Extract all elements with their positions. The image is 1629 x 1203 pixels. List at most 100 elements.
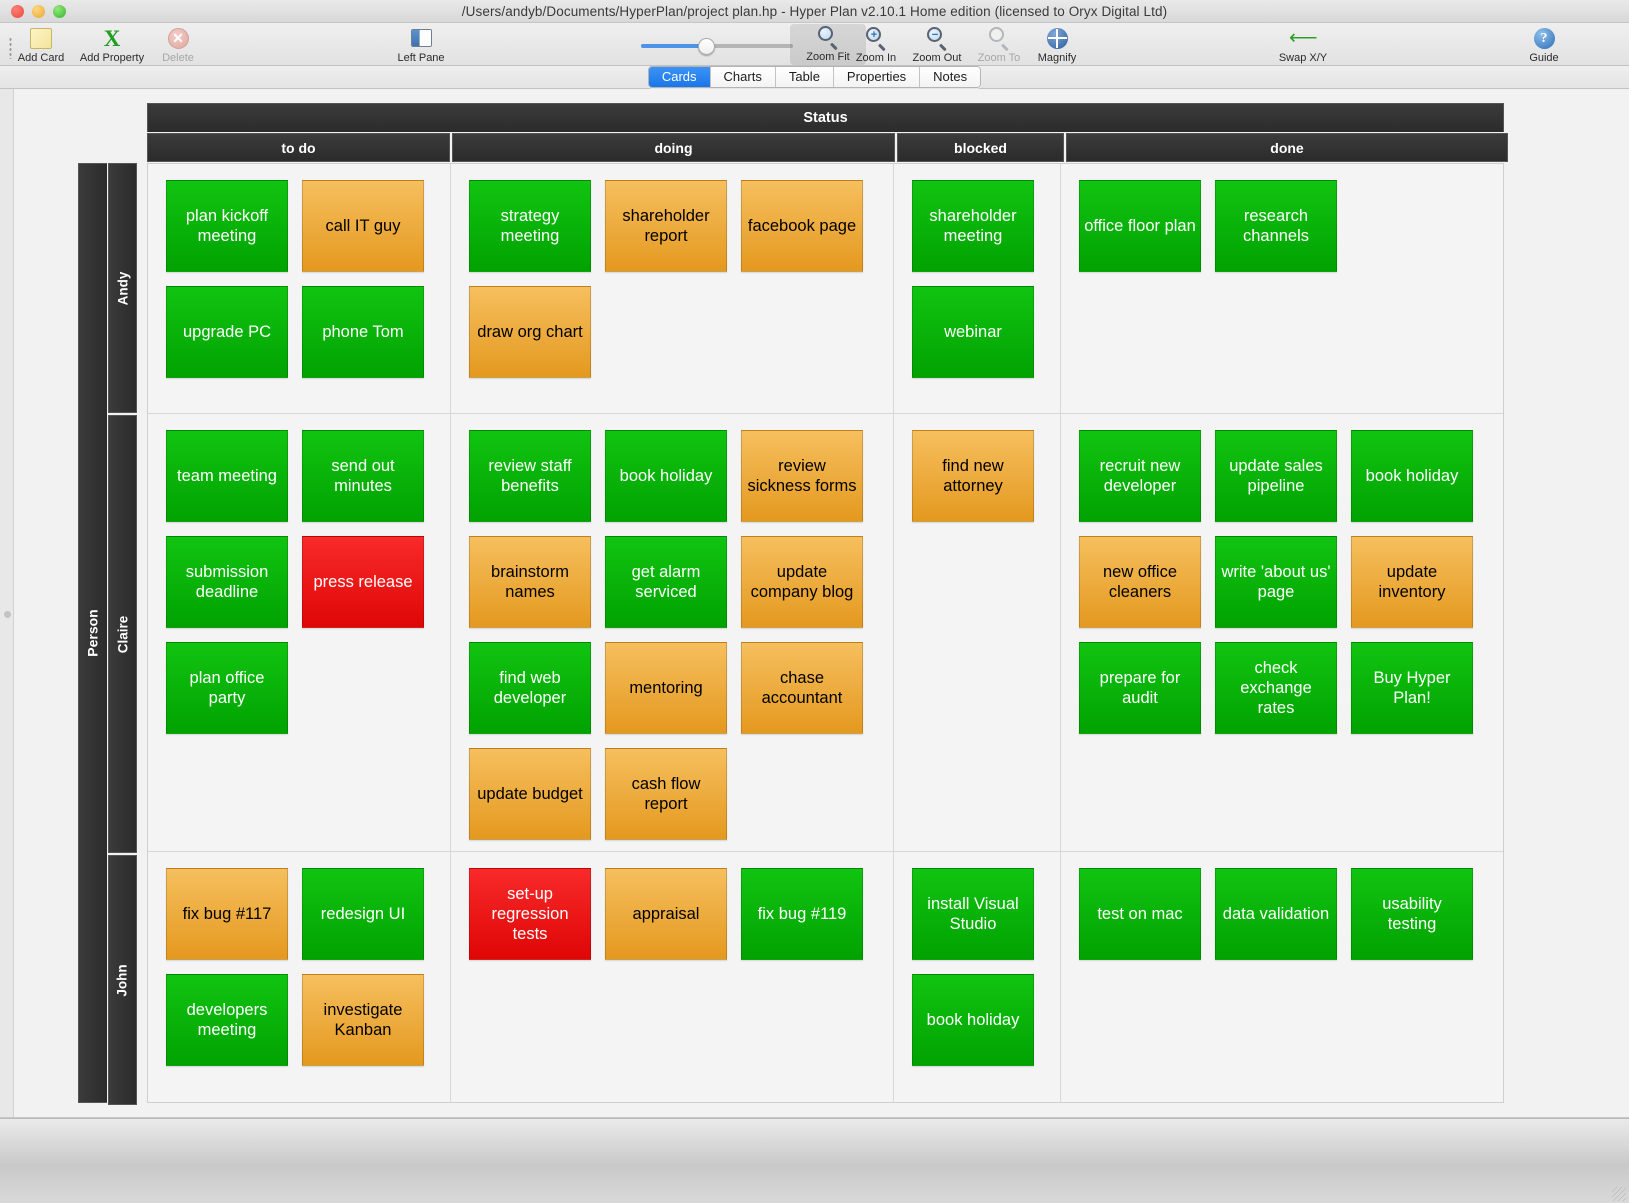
- card[interactable]: investigate Kanban: [302, 974, 424, 1066]
- card[interactable]: install Visual Studio: [912, 868, 1034, 960]
- card[interactable]: draw org chart: [469, 286, 591, 378]
- card[interactable]: facebook page: [741, 180, 863, 272]
- grid-cell[interactable]: shareholder meeting webinar: [894, 164, 1061, 413]
- guide-button[interactable]: ? Guide: [1506, 25, 1582, 64]
- y-axis-title-label: Person: [85, 609, 101, 657]
- column-header-to-do[interactable]: to do: [147, 133, 450, 162]
- card[interactable]: update budget: [469, 748, 591, 840]
- card[interactable]: new office cleaners: [1079, 536, 1201, 628]
- row-header-label: Claire: [115, 615, 130, 653]
- grid-cell[interactable]: test on mac data validation usability test…: [1061, 852, 1503, 1102]
- card[interactable]: book holiday: [912, 974, 1034, 1066]
- card[interactable]: cash flow report: [605, 748, 727, 840]
- window-title: /Users/andyb/Documents/HyperPlan/project…: [461, 3, 1168, 19]
- card[interactable]: find web developer: [469, 642, 591, 734]
- card[interactable]: press release: [302, 536, 424, 628]
- zoom-slider[interactable]: [641, 38, 793, 55]
- board-canvas: Status to do doing blocked done Person Andy…: [0, 89, 1629, 1118]
- grid-cell[interactable]: office floor plan research channels: [1061, 164, 1503, 413]
- card[interactable]: webinar: [912, 286, 1034, 378]
- card[interactable]: review staff benefits: [469, 430, 591, 522]
- guide-label: Guide: [1529, 52, 1559, 64]
- card[interactable]: send out minutes: [302, 430, 424, 522]
- pane-divider-handle[interactable]: [4, 611, 11, 618]
- card[interactable]: check exchange rates: [1215, 642, 1337, 734]
- card[interactable]: call IT guy: [302, 180, 424, 272]
- window-titlebar: /Users/andyb/Documents/HyperPlan/project…: [0, 0, 1629, 23]
- card[interactable]: book holiday: [1351, 430, 1473, 522]
- column-header-blocked[interactable]: blocked: [897, 133, 1064, 162]
- grid-cell[interactable]: plan kickoff meeting call IT guy upgrade P…: [148, 164, 451, 413]
- card[interactable]: update inventory: [1351, 536, 1473, 628]
- row-header-claire[interactable]: Claire: [108, 415, 137, 853]
- grid-cell[interactable]: team meeting send out minutes submission d…: [148, 414, 451, 851]
- row-header-john[interactable]: John: [108, 855, 137, 1105]
- card[interactable]: upgrade PC: [166, 286, 288, 378]
- card[interactable]: Buy Hyper Plan!: [1351, 642, 1473, 734]
- card[interactable]: set-up regression tests: [469, 868, 591, 960]
- card[interactable]: research channels: [1215, 180, 1337, 272]
- grid-cell[interactable]: fix bug #117 redesign UI developers meetin…: [148, 852, 451, 1102]
- zoom-slider-knob[interactable]: [698, 38, 715, 55]
- grid-cell[interactable]: install Visual Studio book holiday: [894, 852, 1061, 1102]
- add-card-button[interactable]: Add Card: [3, 25, 79, 64]
- kanban-board: Status to do doing blocked done Person Andy…: [14, 103, 1508, 1105]
- resize-grip-icon[interactable]: [1612, 1187, 1626, 1201]
- card[interactable]: review sickness forms: [741, 430, 863, 522]
- grid-cell[interactable]: strategy meeting shareholder report facebo…: [451, 164, 894, 413]
- tab-cards[interactable]: Cards: [648, 67, 711, 87]
- left-pane-icon: [410, 25, 432, 51]
- tab-properties[interactable]: Properties: [833, 67, 921, 87]
- card[interactable]: plan kickoff meeting: [166, 180, 288, 272]
- card[interactable]: usability testing: [1351, 868, 1473, 960]
- card[interactable]: chase accountant: [741, 642, 863, 734]
- card[interactable]: update company blog: [741, 536, 863, 628]
- card[interactable]: fix bug #117: [166, 868, 288, 960]
- grid-cell[interactable]: review staff benefits book holiday review …: [451, 414, 894, 851]
- card[interactable]: get alarm serviced: [605, 536, 727, 628]
- card[interactable]: appraisal: [605, 868, 727, 960]
- card[interactable]: find new attorney: [912, 430, 1034, 522]
- card[interactable]: submission deadline: [166, 536, 288, 628]
- card-grid: plan kickoff meeting call IT guy upgrade P…: [147, 163, 1504, 1103]
- tab-table[interactable]: Table: [775, 67, 834, 87]
- card[interactable]: team meeting: [166, 430, 288, 522]
- delete-button: ✕ Delete: [140, 25, 216, 64]
- row-header-andy[interactable]: Andy: [108, 163, 137, 413]
- card[interactable]: strategy meeting: [469, 180, 591, 272]
- swap-arrow-icon: ⟶: [1288, 27, 1318, 49]
- swap-xy-button[interactable]: ⟶ Swap X/Y: [1265, 25, 1341, 64]
- add-property-button[interactable]: X Add Property: [74, 25, 150, 65]
- card[interactable]: shareholder report: [605, 180, 727, 272]
- card[interactable]: data validation: [1215, 868, 1337, 960]
- magnify-button[interactable]: Magnify: [1019, 25, 1095, 64]
- card[interactable]: recruit new developer: [1079, 430, 1201, 522]
- card[interactable]: write 'about us' page: [1215, 536, 1337, 628]
- card[interactable]: developers meeting: [166, 974, 288, 1066]
- card[interactable]: redesign UI: [302, 868, 424, 960]
- magnifier-icon: [817, 24, 839, 51]
- card[interactable]: shareholder meeting: [912, 180, 1034, 272]
- card[interactable]: phone Tom: [302, 286, 424, 378]
- tab-charts[interactable]: Charts: [710, 67, 776, 87]
- card[interactable]: fix bug #119: [741, 868, 863, 960]
- zoom-out-label: Zoom Out: [912, 52, 962, 64]
- tab-notes[interactable]: Notes: [920, 67, 981, 87]
- swap-xy-label: Swap X/Y: [1278, 52, 1328, 64]
- column-header-done[interactable]: done: [1066, 133, 1508, 162]
- card[interactable]: prepare for audit: [1079, 642, 1201, 734]
- card[interactable]: brainstorm names: [469, 536, 591, 628]
- card[interactable]: book holiday: [605, 430, 727, 522]
- card[interactable]: update sales pipeline: [1215, 430, 1337, 522]
- left-pane-button[interactable]: Left Pane: [383, 25, 459, 64]
- card[interactable]: mentoring: [605, 642, 727, 734]
- grid-cell[interactable]: set-up regression tests appraisal fix bug …: [451, 852, 894, 1102]
- column-header-doing[interactable]: doing: [452, 133, 895, 162]
- grid-cell[interactable]: find new attorney: [894, 414, 1061, 851]
- grid-cell[interactable]: recruit new developer update sales pipeli…: [1061, 414, 1503, 851]
- card[interactable]: test on mac: [1079, 868, 1201, 960]
- left-pane-gutter: [0, 89, 14, 1117]
- add-property-label: Add Property: [79, 52, 145, 64]
- card[interactable]: plan office party: [166, 642, 288, 734]
- card[interactable]: office floor plan: [1079, 180, 1201, 272]
